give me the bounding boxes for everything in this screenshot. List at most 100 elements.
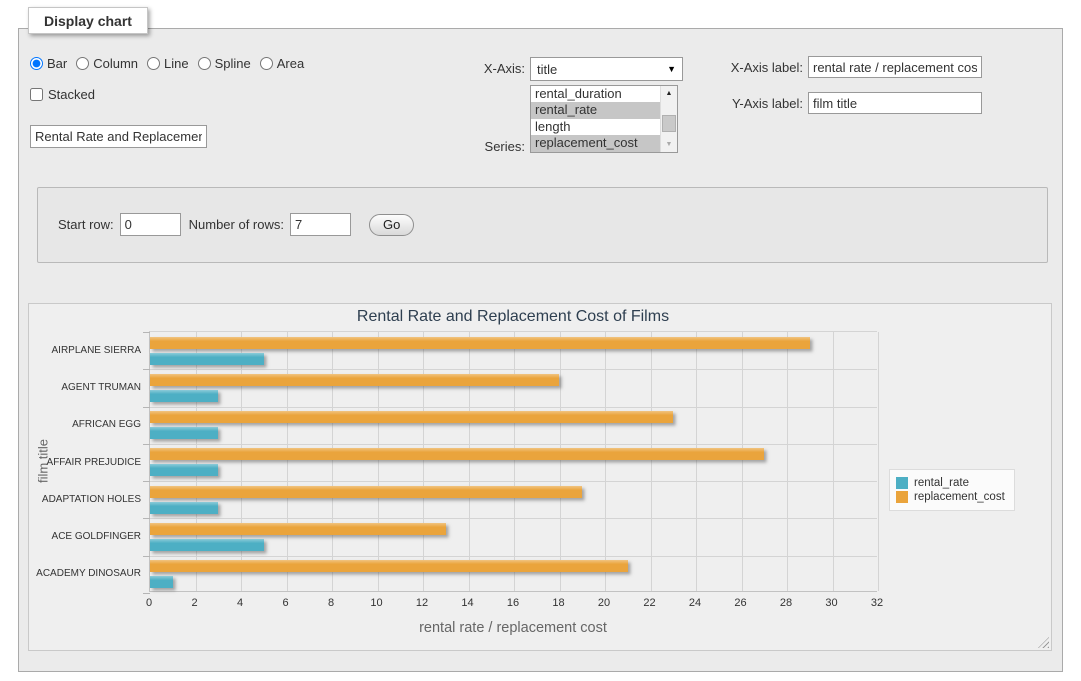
- x-axis-tick-label: 26: [726, 597, 756, 609]
- chart-title-input[interactable]: [30, 125, 207, 148]
- stacked-label: Stacked: [48, 87, 95, 102]
- x-axis-tick-label: 18: [544, 597, 574, 609]
- gridline-vertical: [196, 332, 197, 591]
- scroll-down-icon[interactable]: ▼: [661, 137, 677, 152]
- resize-handle-icon[interactable]: [1038, 637, 1049, 648]
- x-axis-tick-label: 6: [271, 597, 301, 609]
- legend-swatch-icon: [896, 477, 908, 489]
- bar-replacement_cost: [150, 337, 810, 349]
- bar-rental_rate: [150, 353, 264, 365]
- x-axis-tick-label: 20: [589, 597, 619, 609]
- bar-rental_rate: [150, 390, 218, 402]
- category-label: ADAPTATION HOLES: [29, 494, 141, 505]
- y-axis-tick: [143, 332, 150, 333]
- category-label: AFFAIR PREJUDICE: [29, 457, 141, 468]
- gridline-vertical: [560, 332, 561, 591]
- gridline-vertical: [423, 332, 424, 591]
- chart-type-option-label: Area: [277, 56, 304, 71]
- series-listbox[interactable]: rental_durationrental_ratelengthreplacem…: [530, 85, 678, 153]
- gridline-horizontal: [150, 518, 877, 519]
- fieldset-legend: Display chart: [28, 7, 148, 34]
- bar-replacement_cost: [150, 448, 764, 460]
- bar-rental_rate: [150, 464, 218, 476]
- category-label: AFRICAN EGG: [29, 419, 141, 430]
- series-scrollbar[interactable]: ▲ ▼: [660, 86, 677, 152]
- chart-type-option-column[interactable]: Column: [76, 56, 138, 71]
- chart-type-option-label: Line: [164, 56, 189, 71]
- num-rows-input[interactable]: [290, 213, 351, 236]
- bar-replacement_cost: [150, 374, 559, 386]
- y-axis-label-input[interactable]: [808, 92, 982, 114]
- bar-rental_rate: [150, 427, 218, 439]
- chart-x-axis-title: rental rate / replacement cost: [149, 620, 877, 636]
- gridline-vertical: [378, 332, 379, 591]
- y-axis-tick: [143, 444, 150, 445]
- chart-type-option-label: Bar: [47, 56, 67, 71]
- chart-type-radio-area[interactable]: [260, 57, 273, 70]
- go-button[interactable]: Go: [369, 214, 414, 236]
- series-options: rental_durationrental_ratelengthreplacem…: [531, 86, 660, 152]
- legend-item-replacement_cost[interactable]: replacement_cost: [896, 491, 1005, 503]
- y-axis-tick: [143, 369, 150, 370]
- row-range-panel: Start row: Number of rows: Go: [37, 187, 1048, 263]
- y-axis-tick: [143, 518, 150, 519]
- x-axis-select-label: X-Axis:: [445, 61, 525, 76]
- chart-type-option-area[interactable]: Area: [260, 56, 304, 71]
- gridline-vertical: [696, 332, 697, 591]
- gridline-vertical: [514, 332, 515, 591]
- chart-title: Rental Rate and Replacement Cost of Film…: [149, 308, 877, 326]
- bar-rental_rate: [150, 576, 173, 588]
- dropdown-arrow-icon: ▼: [667, 64, 676, 74]
- category-label: ACE GOLDFINGER: [29, 531, 141, 542]
- x-axis-select[interactable]: title ▼: [530, 57, 683, 81]
- bar-rental_rate: [150, 502, 218, 514]
- chart-type-option-label: Spline: [215, 56, 251, 71]
- series-option-replacement_cost[interactable]: replacement_cost: [531, 135, 660, 151]
- y-axis-tick: [143, 407, 150, 408]
- gridline-horizontal: [150, 481, 877, 482]
- x-axis-tick-label: 28: [771, 597, 801, 609]
- x-axis-tick-label: 24: [680, 597, 710, 609]
- series-select-label: Series:: [445, 139, 525, 154]
- bar-rental_rate: [150, 539, 264, 551]
- series-option-length[interactable]: length: [531, 119, 660, 135]
- x-axis-tick-label: 12: [407, 597, 437, 609]
- bar-replacement_cost: [150, 523, 446, 535]
- chart-category-labels: AIRPLANE SIERRAAGENT TRUMANAFRICAN EGGAF…: [29, 331, 141, 592]
- chart-type-radio-column[interactable]: [76, 57, 89, 70]
- gridline-vertical: [469, 332, 470, 591]
- gridline-horizontal: [150, 444, 877, 445]
- category-label: AGENT TRUMAN: [29, 382, 141, 393]
- x-axis-label-input[interactable]: [808, 56, 982, 78]
- stacked-checkbox[interactable]: [30, 88, 43, 101]
- y-axis-tick: [143, 593, 150, 594]
- x-axis-tick-label: 2: [180, 597, 210, 609]
- legend-label: replacement_cost: [914, 491, 1005, 503]
- chart-type-radio-line[interactable]: [147, 57, 160, 70]
- chart-container: Rental Rate and Replacement Cost of Film…: [28, 303, 1052, 651]
- chart-type-radio-spline[interactable]: [198, 57, 211, 70]
- bar-replacement_cost: [150, 560, 628, 572]
- scrollbar-thumb[interactable]: [662, 115, 676, 132]
- legend-item-rental_rate[interactable]: rental_rate: [896, 477, 1005, 489]
- x-axis-tick-label: 16: [498, 597, 528, 609]
- start-row-input[interactable]: [120, 213, 181, 236]
- series-option-rental_duration[interactable]: rental_duration: [531, 86, 660, 102]
- chart-type-option-spline[interactable]: Spline: [198, 56, 251, 71]
- x-axis-tick-label: 14: [453, 597, 483, 609]
- gridline-vertical: [878, 332, 879, 591]
- chart-type-radio-bar[interactable]: [30, 57, 43, 70]
- scroll-up-icon[interactable]: ▲: [661, 86, 677, 101]
- chart-type-option-line[interactable]: Line: [147, 56, 189, 71]
- series-option-rental_rate[interactable]: rental_rate: [531, 102, 660, 118]
- start-row-label: Start row:: [58, 217, 114, 232]
- x-axis-tick-label: 22: [635, 597, 665, 609]
- x-axis-selected-value: title: [537, 62, 557, 77]
- chart-legend: rental_rate replacement_cost: [889, 469, 1015, 511]
- chart-type-option-bar[interactable]: Bar: [30, 56, 67, 71]
- gridline-vertical: [287, 332, 288, 591]
- x-axis-tick-label: 4: [225, 597, 255, 609]
- stacked-checkbox-row[interactable]: Stacked: [30, 87, 95, 102]
- chart-plot-area: [149, 331, 877, 592]
- y-axis-label-label: Y-Axis label:: [713, 96, 803, 111]
